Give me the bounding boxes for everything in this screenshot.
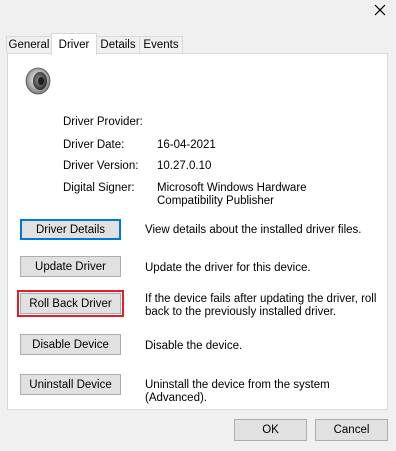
disable-device-description: Disable the device. <box>145 340 243 352</box>
digital-signer-label: Digital Signer: <box>63 182 135 194</box>
driver-details-button[interactable]: Driver Details <box>20 219 121 240</box>
driver-provider-label: Driver Provider: <box>63 116 143 128</box>
driver-date-value: 16-04-2021 <box>157 139 216 151</box>
speaker-device-icon <box>25 67 51 95</box>
tab-label: Details <box>100 39 136 51</box>
uninstall-device-description: Uninstall the device from the system (Ad… <box>145 379 330 404</box>
driver-version-label: Driver Version: <box>63 160 139 172</box>
driver-version-value: 10.27.0.10 <box>157 160 212 172</box>
update-driver-description: Update the driver for this device. <box>145 262 311 274</box>
uninstall-device-button[interactable]: Uninstall Device <box>20 374 121 395</box>
update-driver-button[interactable]: Update Driver <box>20 256 121 277</box>
digital-signer-value: Microsoft Windows Hardware Compatibility… <box>157 182 307 207</box>
tab-driver[interactable]: Driver <box>51 33 97 55</box>
close-button[interactable] <box>371 1 389 19</box>
tab-details[interactable]: Details <box>96 36 140 53</box>
driver-date-label: Driver Date: <box>63 139 125 151</box>
driver-details-description: View details about the installed driver … <box>145 224 362 236</box>
tab-events[interactable]: Events <box>139 36 183 53</box>
tab-label: Driver <box>58 38 90 51</box>
disable-device-button[interactable]: Disable Device <box>20 334 121 355</box>
tab-general[interactable]: General <box>6 36 52 53</box>
tab-label: General <box>8 39 50 51</box>
ok-button[interactable]: OK <box>234 419 307 441</box>
tab-label: Events <box>143 39 179 51</box>
driver-tab-panel: Driver Provider: Driver Date: 16-04-2021… <box>7 53 388 410</box>
roll-back-driver-description: If the device fails after updating the d… <box>145 293 377 318</box>
roll-back-driver-button[interactable]: Roll Back Driver <box>17 290 124 317</box>
cancel-button[interactable]: Cancel <box>315 419 388 441</box>
close-icon <box>374 4 386 16</box>
